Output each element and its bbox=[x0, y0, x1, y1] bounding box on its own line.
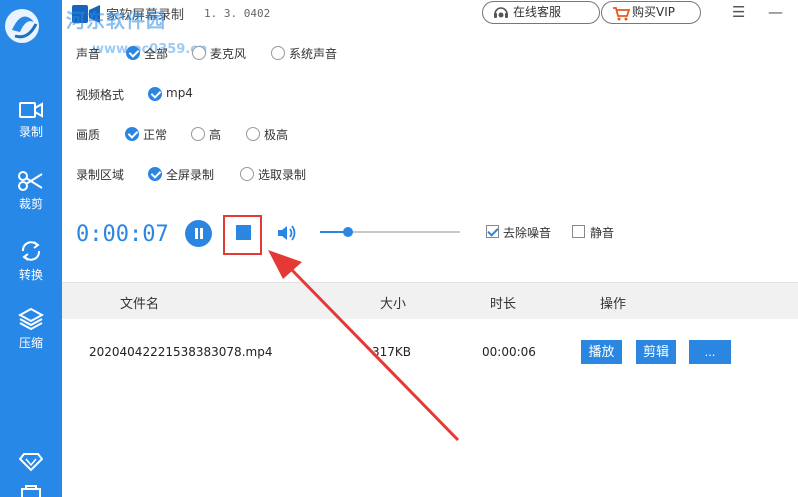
sidebar-item-label: 压缩 bbox=[18, 336, 43, 350]
layers-icon bbox=[18, 307, 44, 331]
logo-icon bbox=[5, 9, 39, 43]
audio-mic-radio[interactable] bbox=[192, 46, 206, 60]
sidebar-item-label: 裁剪 bbox=[18, 197, 43, 211]
quality-ultra-label: 极高 bbox=[264, 128, 289, 142]
volume-slider[interactable] bbox=[320, 227, 460, 237]
sidebar-item-compress[interactable]: 压缩 bbox=[0, 307, 62, 363]
app-version: 1. 3. 0402 bbox=[204, 7, 271, 20]
sidebar-item-label: 转换 bbox=[18, 268, 43, 282]
app-logo bbox=[0, 0, 62, 62]
diamond-icon bbox=[19, 453, 43, 472]
column-header-filename: 文件名 bbox=[120, 297, 160, 312]
more-button[interactable]: ... bbox=[689, 340, 731, 364]
file-duration-cell: 00:00:06 bbox=[482, 345, 536, 359]
quality-ultra-radio[interactable] bbox=[246, 127, 260, 141]
audio-label: 声音 bbox=[76, 47, 101, 61]
audio-mic-label: 麦克风 bbox=[210, 47, 247, 61]
area-fullscreen-label: 全屏录制 bbox=[166, 168, 215, 182]
cart-icon bbox=[613, 7, 630, 21]
refresh-icon bbox=[21, 241, 41, 261]
buy-vip-button[interactable]: 购买VIP bbox=[601, 1, 701, 24]
minimize-icon[interactable]: — bbox=[768, 3, 783, 21]
audio-system-radio[interactable] bbox=[271, 46, 285, 60]
column-header-duration: 时长 bbox=[490, 297, 517, 312]
stop-button[interactable] bbox=[236, 225, 251, 240]
online-service-label: 在线客服 bbox=[513, 5, 562, 19]
online-service-button[interactable]: 在线客服 bbox=[482, 1, 600, 24]
edit-button[interactable]: 剪辑 bbox=[636, 340, 676, 364]
quality-normal-radio[interactable] bbox=[125, 127, 139, 141]
denoise-label: 去除噪音 bbox=[503, 226, 552, 240]
sidebar-item-crop[interactable]: 裁剪 bbox=[0, 170, 62, 226]
sidebar-item-convert[interactable]: 转换 bbox=[0, 239, 62, 295]
format-mp4-label: mp4 bbox=[166, 86, 193, 100]
pause-button[interactable] bbox=[185, 220, 212, 247]
play-button[interactable]: 播放 bbox=[581, 340, 622, 364]
watermark-text: 河东软件园 bbox=[66, 10, 167, 32]
volume-icon[interactable] bbox=[276, 223, 298, 243]
headset-icon bbox=[494, 7, 508, 18]
volume-slider-handle[interactable] bbox=[343, 227, 353, 237]
mute-label: 静音 bbox=[590, 226, 615, 240]
menu-icon[interactable]: ☰ bbox=[732, 3, 745, 21]
audio-all-radio[interactable] bbox=[126, 46, 140, 60]
video-camera-icon bbox=[19, 102, 43, 118]
area-select-radio[interactable] bbox=[240, 167, 254, 181]
buy-vip-label: 购买VIP bbox=[632, 5, 675, 19]
area-label: 录制区域 bbox=[76, 168, 125, 182]
bag-icon bbox=[21, 485, 41, 497]
column-header-actions: 操作 bbox=[600, 297, 627, 312]
quality-high-label: 高 bbox=[209, 128, 222, 142]
audio-all-label: 全部 bbox=[144, 47, 169, 61]
scissors-icon bbox=[18, 171, 43, 191]
sidebar-item-record[interactable]: 录制 bbox=[0, 100, 62, 156]
sidebar: 录制 裁剪 转换 压缩 bbox=[0, 0, 62, 497]
file-table-header: 文件名 大小 时长 操作 bbox=[62, 282, 798, 319]
sidebar-item-label: 录制 bbox=[18, 125, 43, 139]
sidebar-bottom-item[interactable] bbox=[0, 484, 62, 497]
mute-checkbox[interactable] bbox=[572, 225, 585, 238]
area-select-label: 选取录制 bbox=[258, 168, 307, 182]
title-bar: 家软屏幕录制 1. 3. 0402 河东软件园 在线客服 购买VIP ☰ — bbox=[62, 0, 798, 32]
file-name-cell: 20204042221538383078.mp4 bbox=[89, 345, 273, 359]
area-fullscreen-radio[interactable] bbox=[148, 167, 162, 181]
annotation-arrow bbox=[268, 250, 460, 442]
denoise-checkbox[interactable] bbox=[486, 225, 499, 238]
quality-label: 画质 bbox=[76, 128, 101, 142]
recording-timer: 0:00:07 bbox=[76, 222, 169, 247]
quality-normal-label: 正常 bbox=[143, 128, 168, 142]
format-mp4-radio[interactable] bbox=[148, 87, 162, 101]
file-size-cell: 317KB bbox=[372, 345, 412, 359]
quality-high-radio[interactable] bbox=[191, 127, 205, 141]
format-label: 视频格式 bbox=[76, 88, 125, 102]
vip-diamond[interactable] bbox=[0, 452, 62, 476]
column-header-size: 大小 bbox=[380, 297, 407, 312]
audio-system-label: 系统声音 bbox=[289, 47, 338, 61]
